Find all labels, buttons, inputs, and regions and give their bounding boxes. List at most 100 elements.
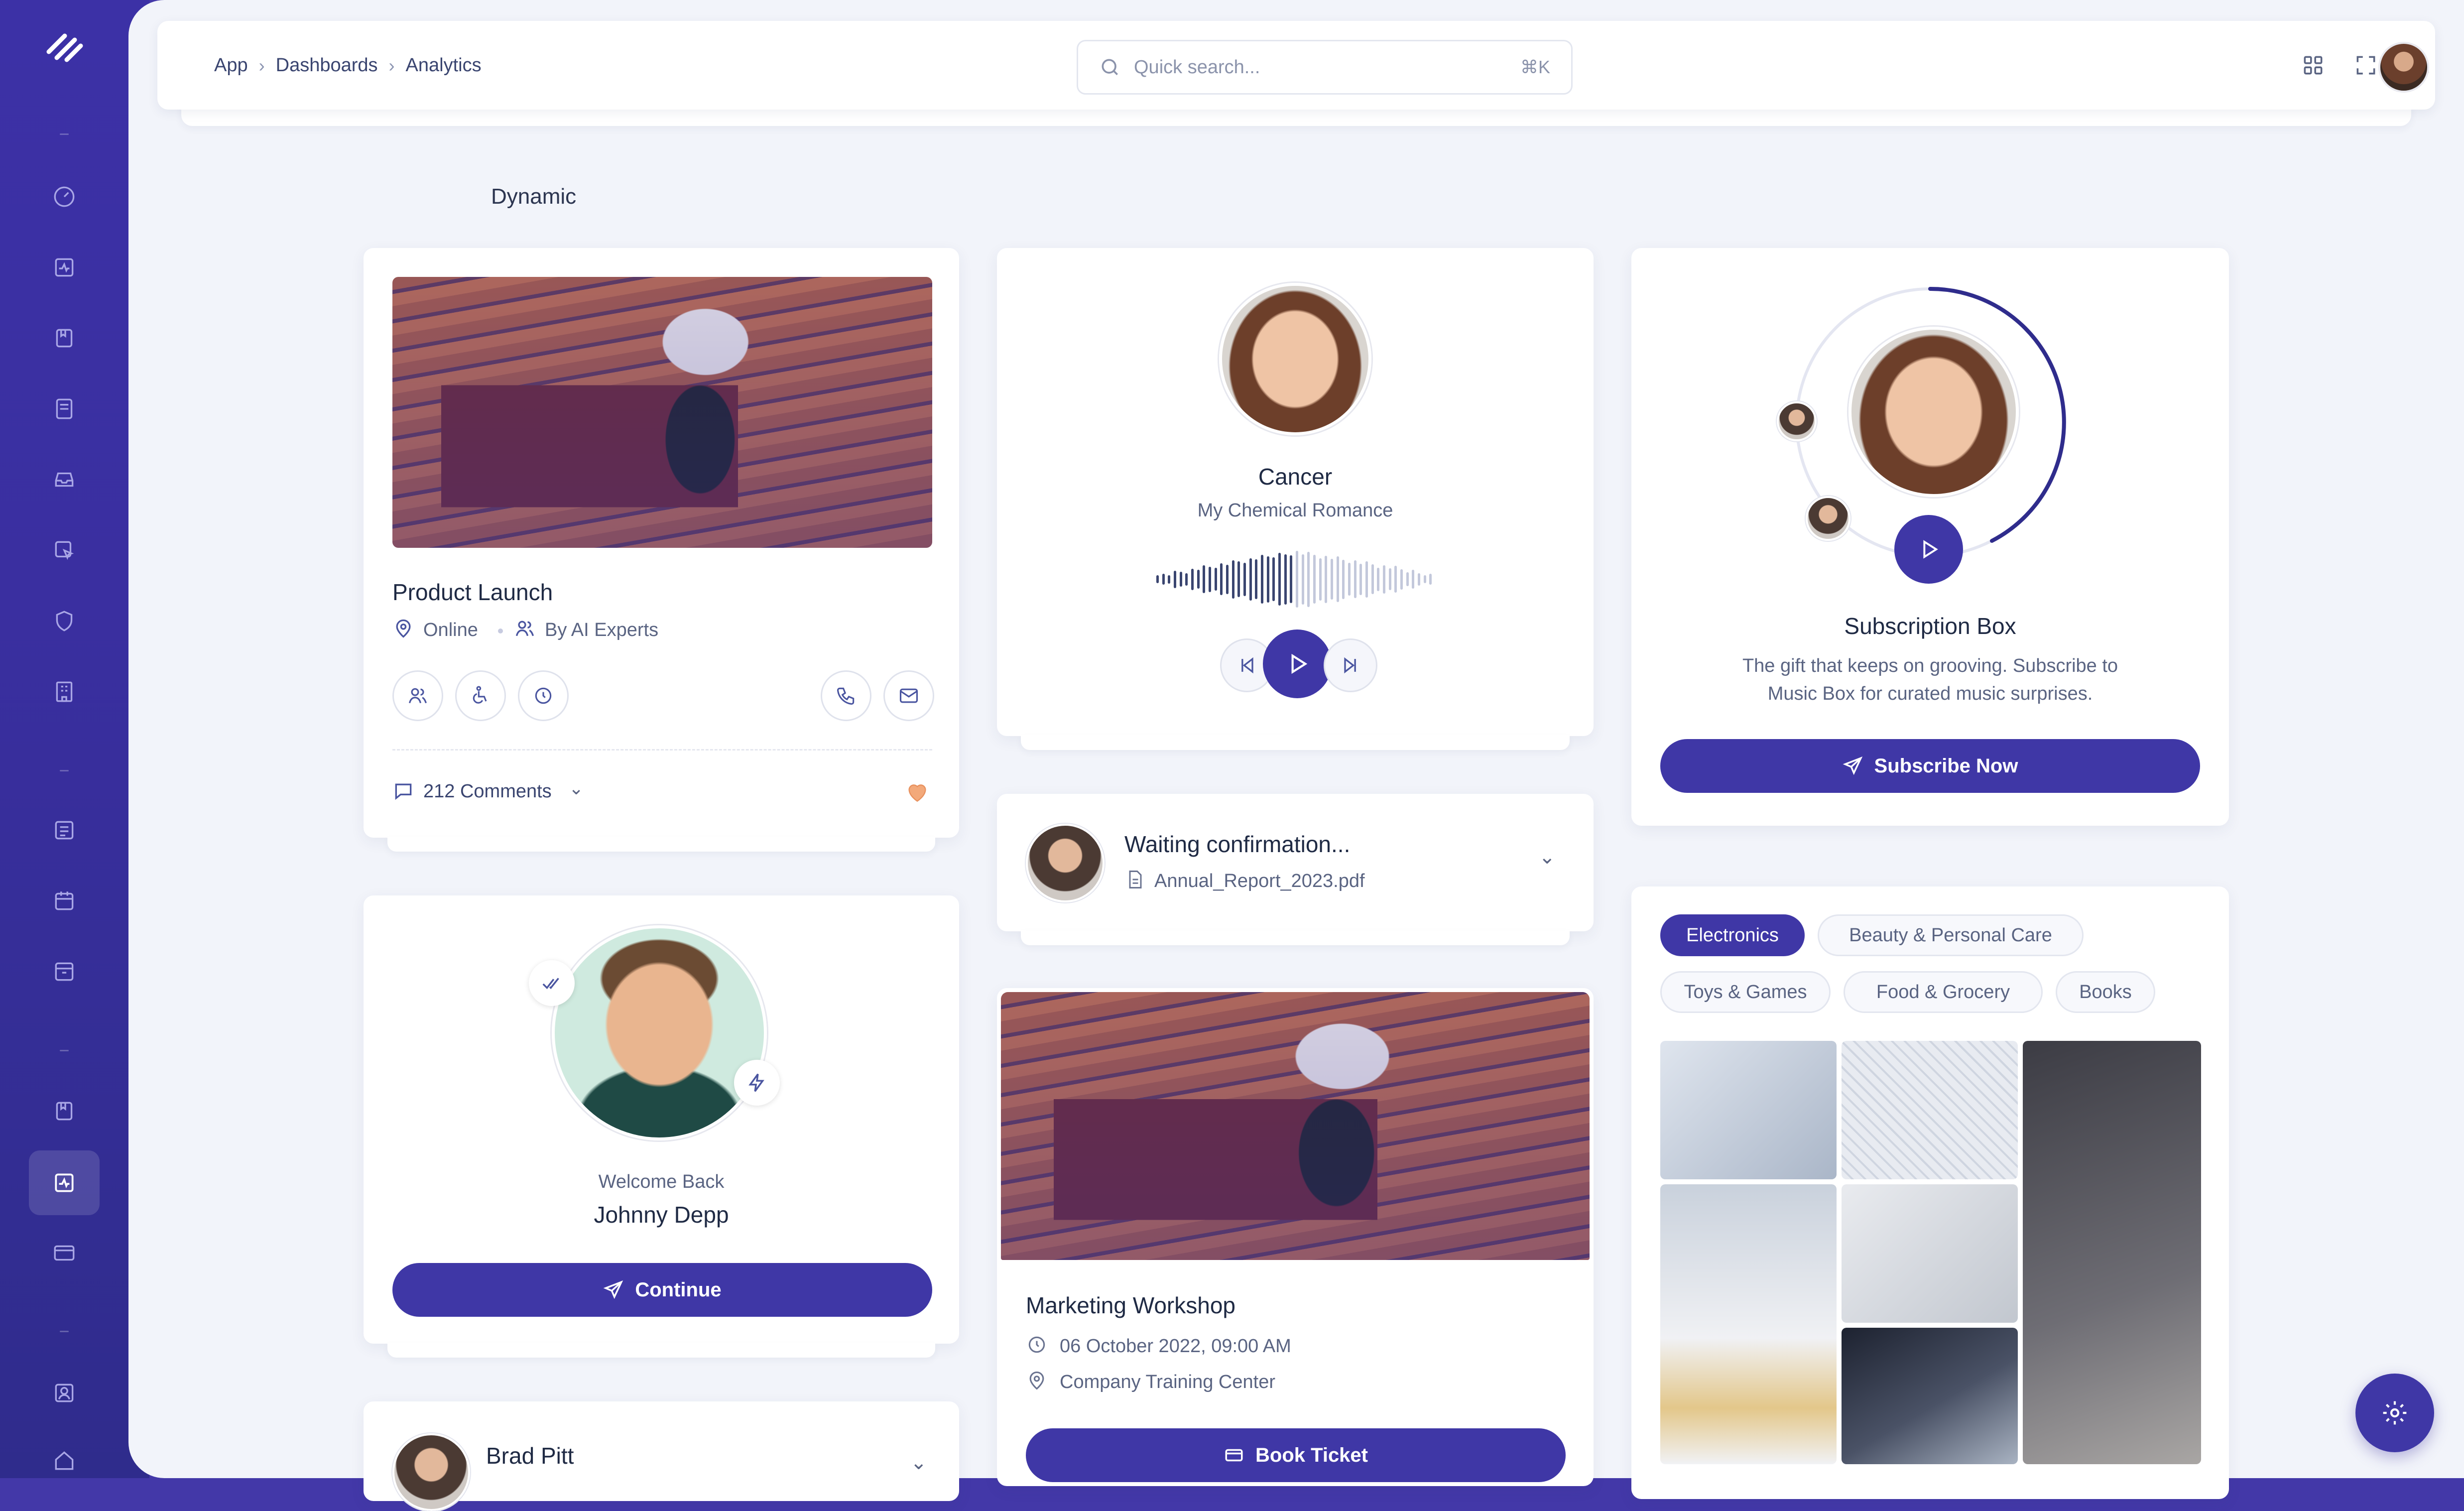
waveform-bar bbox=[1232, 560, 1234, 599]
comments-count[interactable]: 212 Comments bbox=[423, 781, 552, 802]
sidebar-item-bookmark-icon[interactable] bbox=[50, 324, 79, 353]
category-chip-food[interactable]: Food & Grocery bbox=[1844, 971, 2043, 1013]
sidebar-item-list-icon[interactable] bbox=[50, 816, 79, 845]
heart-icon[interactable] bbox=[903, 778, 931, 806]
gear-icon bbox=[2383, 1401, 2407, 1425]
play-icon bbox=[1923, 540, 1938, 559]
waveform-bar bbox=[1342, 559, 1345, 599]
waveform-bar bbox=[1412, 570, 1415, 589]
main-content: App › Dashboards › Analytics ⌘K Dynamic … bbox=[128, 0, 2464, 1511]
waveform-bar bbox=[1365, 561, 1368, 598]
breadcrumb: App › Dashboards › Analytics bbox=[214, 55, 482, 76]
email-button[interactable] bbox=[883, 670, 934, 721]
gallery-image[interactable] bbox=[2023, 1041, 2201, 1464]
audio-waveform[interactable] bbox=[1156, 547, 1435, 612]
attachment-filename[interactable]: Annual_Report_2023.pdf bbox=[1154, 871, 1365, 892]
sidebar-item-analytics-icon[interactable] bbox=[50, 1168, 79, 1197]
sidebar-item-home-icon[interactable] bbox=[50, 1446, 79, 1475]
waveform-bar bbox=[1203, 565, 1206, 593]
workshop-location: Company Training Center bbox=[1060, 1372, 1275, 1392]
breadcrumb-app[interactable]: App bbox=[214, 55, 248, 76]
workshop-image bbox=[1001, 992, 1590, 1260]
sidebar-item-book-icon[interactable] bbox=[50, 394, 79, 423]
sidebar-divider bbox=[60, 770, 69, 771]
card-stack-shadow bbox=[387, 837, 935, 852]
category-chip-toys[interactable]: Toys & Games bbox=[1660, 971, 1831, 1013]
category-chip-books[interactable]: Books bbox=[2056, 971, 2155, 1013]
category-chip-beauty[interactable]: Beauty & Personal Care bbox=[1818, 914, 2084, 956]
waveform-bar bbox=[1400, 569, 1403, 590]
skip-forward-icon bbox=[1344, 657, 1356, 674]
breadcrumb-dashboards[interactable]: Dashboards bbox=[276, 55, 378, 76]
waveform-bar bbox=[1418, 573, 1420, 586]
subscription-play-button[interactable] bbox=[1894, 515, 1963, 584]
sidebar-item-pointer-icon[interactable] bbox=[50, 536, 79, 565]
sidebar-item-notes-icon[interactable] bbox=[50, 1097, 79, 1126]
search-box[interactable]: ⌘K bbox=[1077, 40, 1573, 95]
waveform-bar bbox=[1290, 555, 1293, 603]
product-launch-location: Online bbox=[423, 620, 478, 640]
double-check-icon bbox=[529, 960, 575, 1006]
waveform-bar bbox=[1214, 568, 1217, 591]
user-avatar[interactable] bbox=[2378, 42, 2429, 93]
sidebar-item-user-icon[interactable] bbox=[50, 1379, 79, 1407]
gallery-image[interactable] bbox=[1842, 1328, 2018, 1464]
chevron-down-icon[interactable]: ⌄ bbox=[1539, 846, 1556, 869]
book-ticket-button[interactable]: Book Ticket bbox=[1026, 1428, 1566, 1482]
chevron-down-icon[interactable]: ⌄ bbox=[910, 1451, 927, 1474]
waveform-bar bbox=[1261, 555, 1263, 604]
waveform-bar bbox=[1383, 565, 1385, 594]
call-button[interactable] bbox=[821, 670, 871, 721]
play-button[interactable] bbox=[1263, 630, 1332, 698]
gallery-image[interactable] bbox=[1660, 1184, 1837, 1464]
schedule-button[interactable] bbox=[518, 670, 569, 721]
settings-fab[interactable] bbox=[2355, 1374, 2434, 1452]
waveform-bar bbox=[1313, 555, 1316, 604]
waveform-bar bbox=[1284, 554, 1287, 605]
confirmation-title: Waiting confirmation... bbox=[1124, 831, 1351, 857]
sidebar-item-building-icon[interactable] bbox=[50, 677, 79, 706]
workshop-title: Marketing Workshop bbox=[1026, 1292, 1235, 1318]
waveform-bar bbox=[1226, 564, 1229, 594]
accessibility-button[interactable] bbox=[455, 670, 506, 721]
category-chip-electronics[interactable]: Electronics bbox=[1660, 914, 1805, 956]
sidebar-item-dashboard-icon[interactable] bbox=[50, 182, 79, 211]
gallery-image[interactable] bbox=[1842, 1041, 2018, 1179]
sidebar-divider bbox=[60, 1050, 69, 1051]
grid-apps-icon[interactable] bbox=[2299, 51, 2328, 80]
gallery-image[interactable] bbox=[1842, 1184, 2018, 1323]
attendees-button[interactable] bbox=[392, 670, 443, 721]
clock-icon bbox=[1028, 1336, 1045, 1353]
gallery-image[interactable] bbox=[1660, 1041, 1837, 1179]
sidebar-item-activity-icon[interactable] bbox=[50, 253, 79, 282]
sender-avatar bbox=[1026, 824, 1105, 902]
fullscreen-icon[interactable] bbox=[2351, 51, 2380, 80]
waveform-bar bbox=[1272, 557, 1275, 601]
card-stack-shadow bbox=[387, 1343, 935, 1358]
waveform-bar bbox=[1278, 553, 1281, 606]
subscribe-now-button[interactable]: Subscribe Now bbox=[1660, 739, 2200, 793]
waveform-bar bbox=[1191, 568, 1194, 590]
continue-button[interactable]: Continue bbox=[392, 1263, 932, 1317]
card-divider bbox=[392, 749, 932, 751]
waveform-bar bbox=[1429, 574, 1432, 585]
waveform-bar bbox=[1168, 575, 1171, 584]
waveform-bar bbox=[1348, 563, 1351, 596]
confirmation-card: Waiting confirmation... Annual_Report_20… bbox=[997, 794, 1594, 931]
waveform-bar bbox=[1406, 572, 1409, 586]
next-track-button[interactable] bbox=[1324, 638, 1377, 692]
chevron-down-icon[interactable]: ⌄ bbox=[569, 778, 584, 799]
app-logo-icon[interactable] bbox=[44, 29, 89, 64]
location-pin-icon bbox=[396, 619, 411, 638]
waveform-bar bbox=[1377, 567, 1380, 591]
waveform-bar bbox=[1296, 551, 1298, 608]
search-input[interactable] bbox=[1133, 56, 1483, 79]
sidebar-item-calendar-icon[interactable] bbox=[50, 886, 79, 915]
product-launch-author: By AI Experts bbox=[545, 620, 659, 640]
sidebar-item-archive-icon[interactable] bbox=[50, 957, 79, 986]
sidebar-item-inbox-icon[interactable] bbox=[50, 465, 79, 494]
sidebar-item-monitor-icon[interactable] bbox=[50, 1239, 79, 1268]
sidebar-item-shield-icon[interactable] bbox=[50, 607, 79, 635]
chevron-right-icon: › bbox=[388, 55, 395, 76]
sidebar-divider bbox=[60, 133, 69, 135]
